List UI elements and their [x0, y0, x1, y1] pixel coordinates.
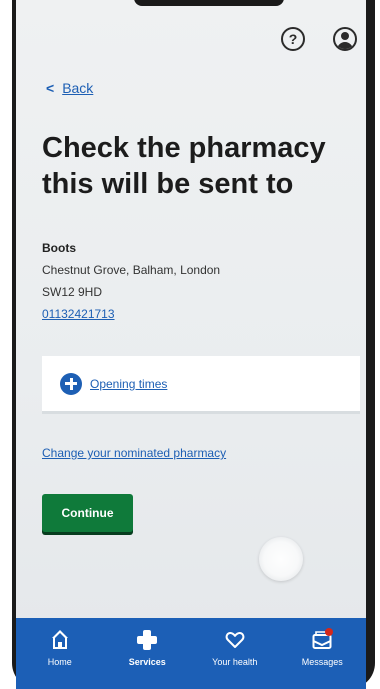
continue-button[interactable]: Continue [42, 494, 133, 532]
heart-icon [225, 630, 245, 650]
nav-item-label: Home [47, 657, 72, 667]
nav-item-messages[interactable]: Messages [282, 628, 362, 667]
pharmacy-name: Boots [42, 241, 76, 255]
opening-times-expander[interactable]: Opening times [42, 356, 360, 414]
home-icon [50, 630, 70, 650]
page-title: Check the pharmacy this will be sent to [42, 132, 326, 200]
services-cross-icon [137, 630, 158, 650]
pharmacy-postcode: SW12 9HD [42, 285, 103, 299]
bottom-nav: Home Services Your health Messages [16, 618, 366, 689]
nav-item-your-health[interactable]: Your health [195, 630, 275, 667]
nav-item-services[interactable]: Services [107, 630, 187, 667]
nav-item-label: Messages [301, 657, 343, 667]
touch-indicator [259, 537, 303, 581]
phone-notch [134, 0, 284, 6]
nav-item-home[interactable]: Home [20, 630, 100, 667]
back-link-label: Back [62, 80, 94, 96]
messages-icon [312, 628, 334, 650]
nav-item-label: Services [128, 657, 166, 667]
nav-item-label: Your health [212, 657, 258, 667]
change-pharmacy-link[interactable]: Change your nominated pharmacy [42, 446, 226, 460]
opening-times-link[interactable]: Opening times [90, 377, 167, 391]
pharmacy-address: Chestnut Grove, Balham, London [42, 263, 221, 277]
back-link[interactable]: < Back [46, 80, 93, 96]
pharmacy-phone-link[interactable]: 01132421713 [42, 307, 115, 321]
device-frame: ? < Back Check the pharmacy this will be… [0, 0, 380, 689]
help-icon[interactable]: ? [281, 27, 305, 51]
chevron-left-icon: < [46, 80, 55, 96]
help-icon-glyph: ? [288, 31, 298, 47]
plus-circle-icon [60, 372, 82, 395]
app-screen: ? < Back Check the pharmacy this will be… [16, 0, 366, 689]
account-icon[interactable] [333, 27, 357, 51]
